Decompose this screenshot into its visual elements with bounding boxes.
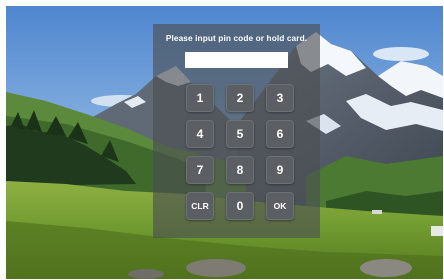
key-6-button[interactable]: 6 <box>266 120 294 148</box>
key-1-button[interactable]: 1 <box>186 84 214 112</box>
key-9-button[interactable]: 9 <box>266 156 294 184</box>
screen: Please input pin code or hold card. 1 2 … <box>6 6 443 279</box>
pin-prompt-text: Please input pin code or hold card. <box>165 33 308 43</box>
pin-entry-panel: Please input pin code or hold card. 1 2 … <box>153 24 320 238</box>
pin-input[interactable] <box>185 52 288 68</box>
key-2-button[interactable]: 2 <box>226 84 254 112</box>
key-3-button[interactable]: 3 <box>266 84 294 112</box>
key-0-button[interactable]: 0 <box>226 192 254 220</box>
key-7-button[interactable]: 7 <box>186 156 214 184</box>
key-4-button[interactable]: 4 <box>186 120 214 148</box>
clear-button[interactable]: CLR <box>186 192 214 220</box>
key-8-button[interactable]: 8 <box>226 156 254 184</box>
ok-button[interactable]: OK <box>266 192 294 220</box>
key-5-button[interactable]: 5 <box>226 120 254 148</box>
